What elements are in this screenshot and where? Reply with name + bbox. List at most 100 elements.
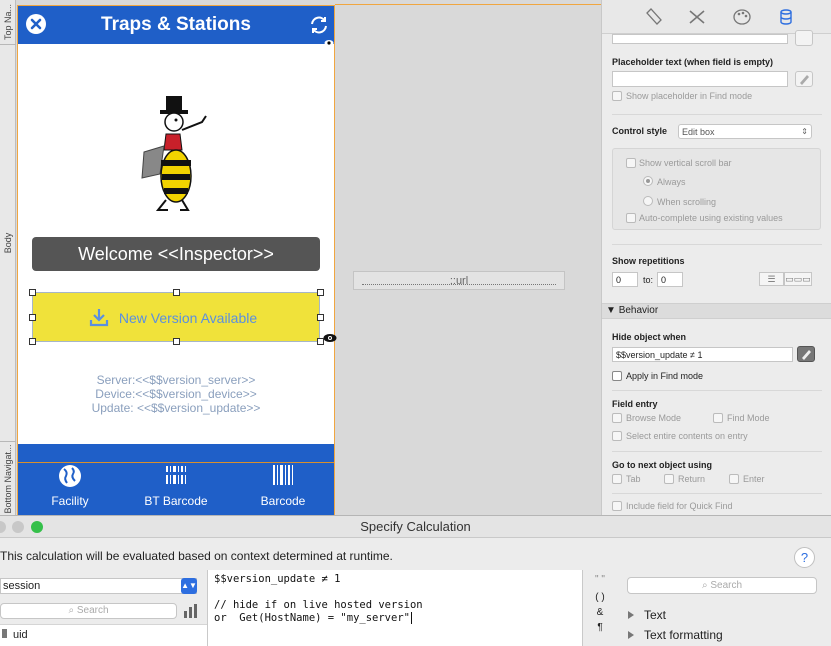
placeholder-pencil-button[interactable] bbox=[795, 71, 813, 87]
hide-object-pencil-button[interactable] bbox=[797, 346, 815, 362]
help-button[interactable]: ? bbox=[794, 547, 815, 568]
fields-search-placeholder: Search bbox=[76, 605, 109, 616]
list-item[interactable]: uid bbox=[2, 629, 28, 641]
field-name: uid bbox=[13, 629, 28, 641]
ampersand-operator-button[interactable]: & bbox=[592, 607, 608, 618]
download-icon bbox=[89, 307, 109, 327]
appearance-tab-icon[interactable] bbox=[687, 8, 707, 26]
position-tab-icon[interactable] bbox=[644, 8, 664, 26]
disclosure-triangle-icon: ▼ bbox=[606, 305, 616, 316]
nav-bt-barcode[interactable]: BT Barcode bbox=[136, 464, 216, 514]
quick-find-label: Include field for Quick Find bbox=[626, 501, 733, 511]
horizontal-repetitions-icon[interactable]: ▭▭▭ bbox=[784, 272, 812, 286]
repetition-from-input[interactable]: 0 bbox=[612, 272, 638, 287]
select-entire-checkbox[interactable] bbox=[612, 431, 622, 441]
selection-handle[interactable] bbox=[29, 314, 36, 321]
chevron-updown-icon[interactable]: ▲▼ bbox=[181, 578, 197, 594]
selection-handle[interactable] bbox=[29, 338, 36, 345]
control-style-select[interactable]: Edit box ⇕ bbox=[678, 124, 812, 139]
close-icon[interactable] bbox=[26, 14, 46, 34]
selection-handle[interactable] bbox=[317, 338, 324, 345]
always-radio[interactable] bbox=[643, 176, 653, 186]
calculation-editor[interactable]: $$version_update ≠ 1 // hide if on live … bbox=[207, 570, 583, 646]
calc-line bbox=[214, 586, 576, 599]
enter-label: Enter bbox=[743, 474, 765, 484]
part-tab-bottom-navigation[interactable]: Bottom Navigat... bbox=[0, 442, 16, 515]
device-version-text: Device:<<$$version_device>> bbox=[95, 387, 257, 401]
disclosure-triangle-icon bbox=[628, 611, 634, 619]
hide-object-input[interactable]: $$version_update ≠ 1 bbox=[612, 347, 793, 362]
tooltip-input[interactable] bbox=[612, 34, 788, 44]
separator bbox=[612, 493, 822, 494]
nav-barcode-label: Barcode bbox=[260, 494, 306, 508]
layout-edge-line bbox=[335, 4, 601, 5]
browse-mode-label: Browse Mode bbox=[626, 413, 682, 423]
mobile-layout[interactable]: Traps & Stations Welcome <<Inspector>> N… bbox=[17, 5, 337, 516]
vscroll-label: Show vertical scroll bar bbox=[639, 158, 732, 168]
functions-search-input[interactable]: ⌕ Search bbox=[627, 577, 817, 594]
part-tab-body[interactable]: Body bbox=[0, 45, 16, 442]
return-checkbox[interactable] bbox=[664, 474, 674, 484]
quote-operator-button[interactable]: " " bbox=[592, 574, 608, 585]
selection-handle[interactable] bbox=[173, 338, 180, 345]
browse-mode-checkbox[interactable] bbox=[612, 413, 622, 423]
search-icon: ⌕ bbox=[68, 605, 75, 616]
layout-title: Traps & Stations bbox=[101, 14, 251, 35]
selection-handle[interactable] bbox=[173, 289, 180, 296]
header-bar: Traps & Stations bbox=[18, 6, 334, 46]
specify-calculation-dialog: Specify Calculation This calculation wil… bbox=[0, 515, 831, 646]
data-tab-icon[interactable] bbox=[776, 8, 796, 26]
enter-checkbox[interactable] bbox=[729, 474, 739, 484]
url-field-name: ::url bbox=[449, 275, 469, 287]
vscroll-checkbox[interactable] bbox=[626, 158, 636, 168]
url-field-object[interactable]: ::url bbox=[353, 271, 565, 290]
new-version-button[interactable]: New Version Available bbox=[29, 289, 337, 345]
autocomplete-label: Auto-complete using existing values bbox=[639, 213, 783, 223]
fields-search-input[interactable]: ⌕ Search bbox=[0, 603, 177, 619]
barcode-icon bbox=[164, 466, 188, 484]
quick-find-checkbox[interactable] bbox=[612, 501, 622, 511]
show-placeholder-label: Show placeholder in Find mode bbox=[626, 91, 753, 101]
palette-tab-icon[interactable] bbox=[732, 8, 752, 26]
part-label-bottom: Bottom Navigat... bbox=[3, 443, 13, 514]
placeholder-input[interactable] bbox=[612, 71, 788, 87]
layout-parts-strip: Top Na... Body Bottom Navigat... bbox=[0, 0, 16, 515]
refresh-icon[interactable] bbox=[308, 14, 330, 36]
apply-find-label: Apply in Find mode bbox=[626, 371, 704, 381]
vertical-repetitions-icon[interactable]: ☰ bbox=[759, 272, 784, 286]
functions-search-placeholder: Search bbox=[710, 580, 743, 591]
tab-label: Tab bbox=[626, 474, 641, 484]
pilcrow-operator-button[interactable]: ¶ bbox=[592, 622, 608, 633]
nav-barcode[interactable]: Barcode bbox=[246, 464, 320, 514]
behavior-section-header[interactable]: ▼ Behavior bbox=[602, 303, 831, 319]
selection-handle[interactable] bbox=[317, 314, 324, 321]
selection-handle[interactable] bbox=[317, 289, 324, 296]
edit-pencil-button[interactable] bbox=[795, 30, 813, 46]
separator bbox=[612, 114, 822, 115]
control-style-value: Edit box bbox=[682, 127, 715, 137]
show-placeholder-checkbox[interactable] bbox=[612, 91, 622, 101]
bar-chart-icon[interactable] bbox=[182, 603, 198, 619]
show-repetitions-label: Show repetitions bbox=[612, 256, 685, 266]
nav-facility[interactable]: Facility bbox=[33, 464, 107, 514]
bottom-navigation: Facility BT Barcode Barcode bbox=[18, 444, 334, 516]
selection-handle[interactable] bbox=[29, 289, 36, 296]
update-version-text: Update: <<$$version_update>> bbox=[91, 401, 261, 415]
separator bbox=[612, 390, 822, 391]
inspector-tabs bbox=[602, 0, 831, 34]
welcome-banner: Welcome <<Inspector>> bbox=[32, 237, 320, 271]
find-mode-checkbox[interactable] bbox=[713, 413, 723, 423]
tab-checkbox[interactable] bbox=[612, 474, 622, 484]
repetition-to-input[interactable]: 0 bbox=[657, 272, 683, 287]
function-category-text-formatting[interactable]: Text formatting bbox=[628, 628, 723, 642]
table-occurrence-select[interactable]: session bbox=[0, 578, 197, 594]
always-label: Always bbox=[657, 177, 686, 187]
part-tab-top-navigation[interactable]: Top Na... bbox=[0, 0, 16, 45]
parentheses-operator-button[interactable]: ( ) bbox=[592, 592, 608, 603]
part-boundary-line bbox=[18, 462, 334, 463]
autocomplete-checkbox[interactable] bbox=[626, 213, 636, 223]
when-scrolling-radio[interactable] bbox=[643, 196, 653, 206]
calc-line: $$version_update ≠ 1 bbox=[214, 573, 341, 585]
apply-find-checkbox[interactable] bbox=[612, 371, 622, 381]
function-category-text[interactable]: Text bbox=[628, 608, 666, 622]
